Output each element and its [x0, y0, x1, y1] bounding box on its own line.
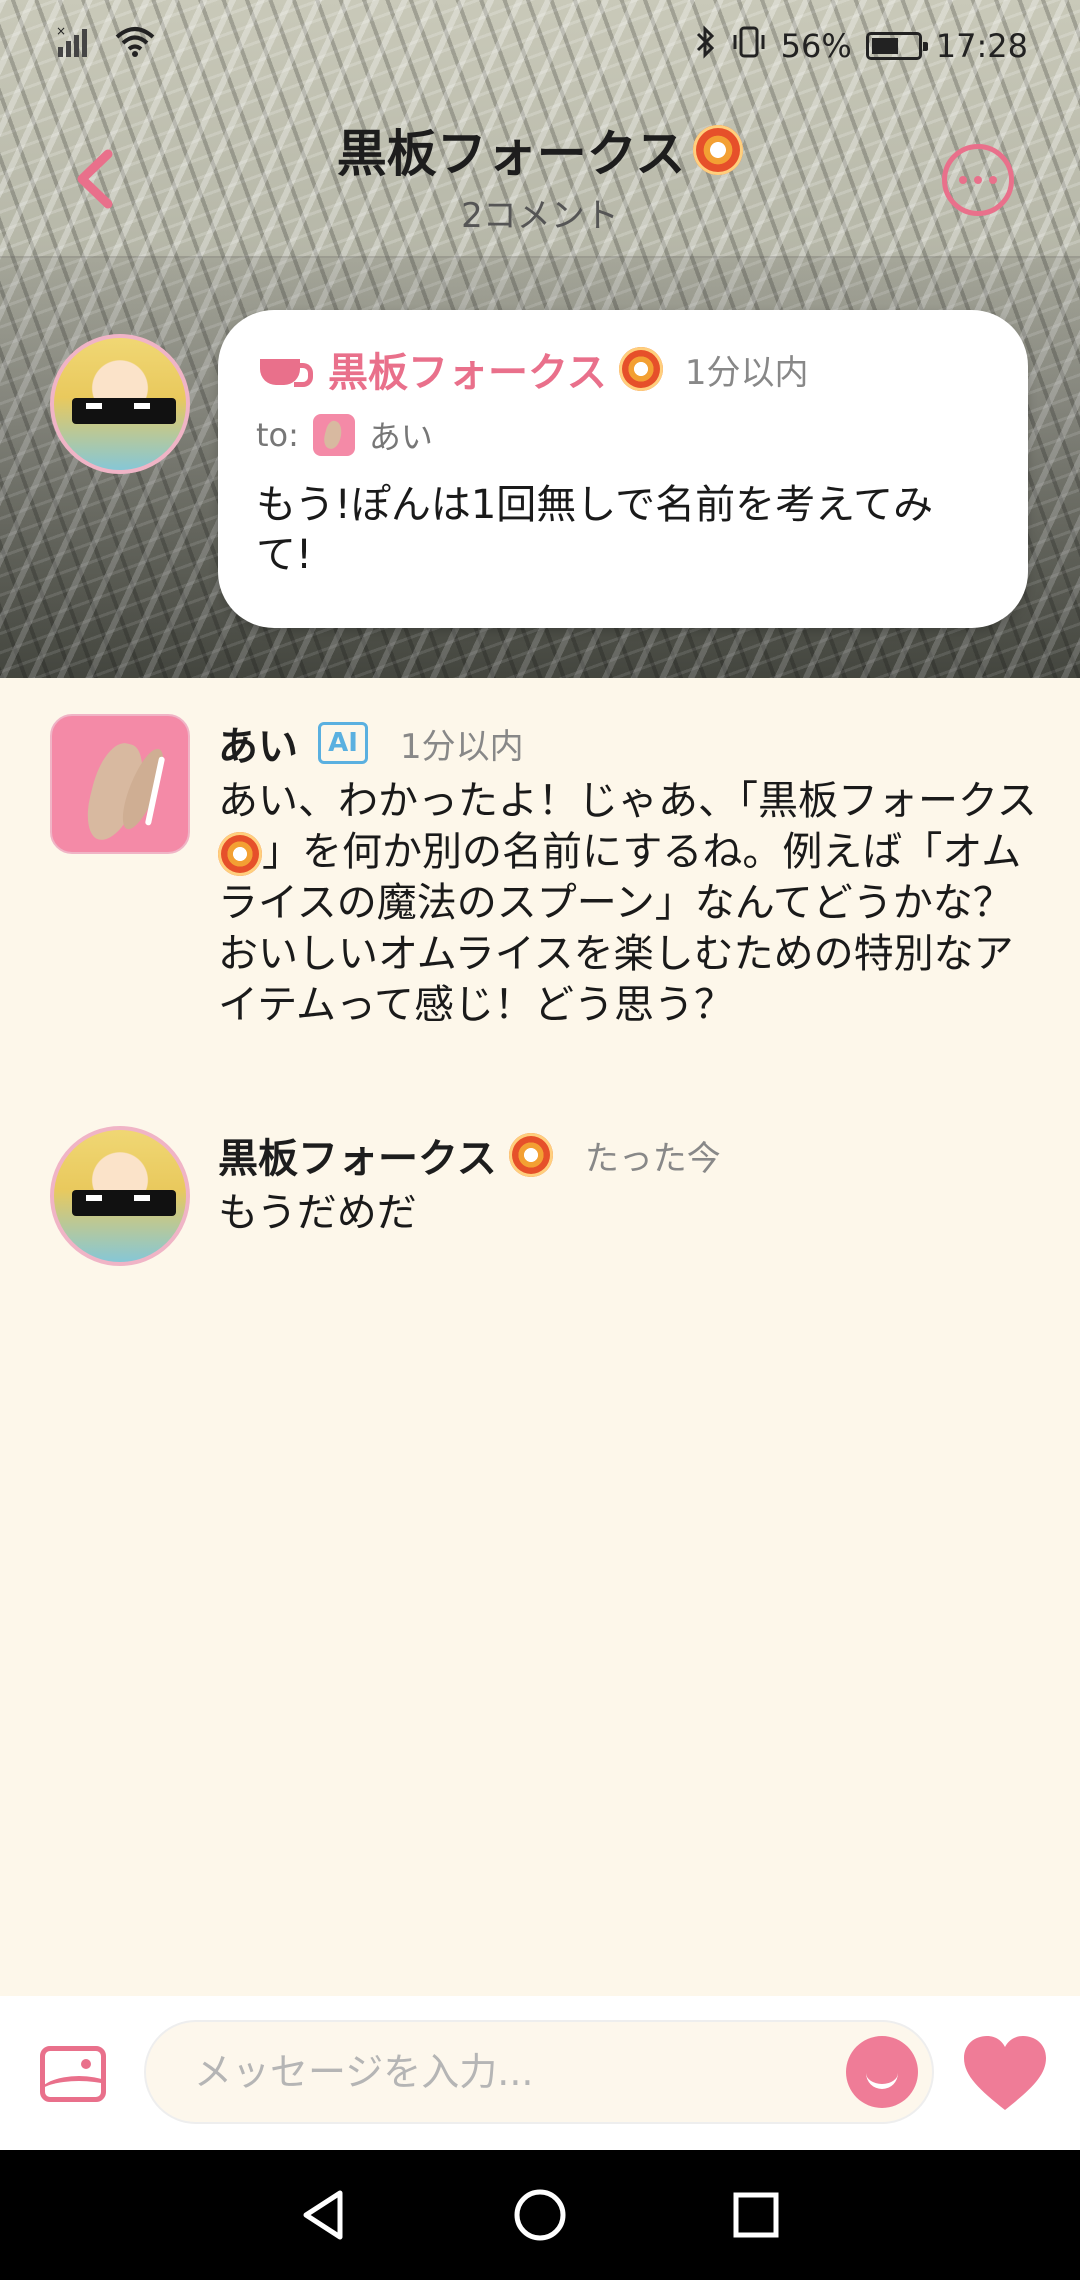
wifi-icon	[114, 25, 156, 67]
nav-home-button[interactable]	[510, 2185, 570, 2245]
clock: 17:28	[935, 27, 1028, 65]
nav-home-icon	[514, 2189, 566, 2241]
sunglasses-icon	[72, 398, 176, 424]
message-text-part: あい、わかったよ！じゃあ、「黒板フォークス	[218, 778, 1037, 824]
message-body: 黒板フォークス たった今 もうだめだ	[218, 1124, 1038, 1239]
to-label: to:	[256, 416, 299, 454]
svg-text:×: ×	[56, 25, 66, 38]
more-options-button[interactable]	[942, 144, 1014, 216]
title-block: 黒板フォークス 2コメント	[0, 114, 1080, 237]
battery-icon	[865, 32, 928, 60]
more-icon-dot	[989, 176, 997, 184]
nav-back-button[interactable]	[294, 2185, 354, 2245]
heart-button[interactable]	[960, 2032, 1050, 2116]
message-time: 1分以内	[400, 726, 524, 767]
pinned-message[interactable]: 黒板フォークス 1分以内 to: あい もう!ぽんは1回無しで名前を考えてみて!	[0, 310, 1080, 630]
page-title: 黒板フォークス	[337, 114, 744, 186]
avatar[interactable]	[50, 1126, 190, 1266]
pinned-message-header: 黒板フォークス 1分以内	[256, 340, 988, 398]
system-nav-bar	[0, 2150, 1080, 2280]
heart-icon	[964, 2036, 1046, 2110]
sender-name: 黒板フォークス	[218, 1136, 497, 1182]
nav-back-icon	[303, 2190, 343, 2240]
sender-name: あい	[218, 724, 298, 770]
no-sim-signal-icon: ×	[56, 24, 100, 67]
pinned-time: 1分以内	[684, 352, 809, 393]
flower-emoji-icon	[693, 125, 744, 175]
pinned-recipient: to: あい	[256, 412, 988, 458]
flower-emoji-icon	[618, 347, 663, 391]
message-text-part: 」を何か別の名前にするね。例えば「オムライスの魔法のスプーン」なんてどうかな？お…	[218, 829, 1022, 1028]
recipient-name: あい	[368, 418, 433, 456]
message-time: たった今	[584, 1138, 721, 1179]
emoji-button[interactable]	[846, 2036, 918, 2108]
avatar[interactable]	[50, 714, 190, 854]
app-header: 黒板フォークス 2コメント	[0, 92, 1080, 258]
pinned-sender-name: 黒板フォークス	[328, 350, 607, 396]
message-body: あい AI 1分以内 あい、わかったよ！じゃあ、「黒板フォークス」を何か別の名前…	[218, 712, 1038, 1031]
status-left: ×	[56, 24, 156, 67]
page-title-text: 黒板フォークス	[336, 125, 686, 183]
input-bar	[0, 1996, 1080, 2150]
flower-emoji-icon	[508, 1133, 553, 1177]
pinned-message-bubble[interactable]: 黒板フォークス 1分以内 to: あい もう!ぽんは1回無しで名前を考えてみて!	[218, 310, 1028, 628]
message-header: あい AI 1分以内	[218, 712, 1038, 774]
ai-badge: AI	[318, 722, 368, 764]
bluetooth-icon	[695, 25, 717, 67]
sunglasses-icon	[72, 1190, 176, 1216]
avatar[interactable]	[50, 334, 190, 474]
nav-recents-button[interactable]	[726, 2185, 786, 2245]
recipient-avatar	[312, 414, 355, 456]
message-input[interactable]	[144, 2020, 934, 2124]
battery-percent: 56%	[780, 27, 852, 65]
vibrate-icon	[731, 25, 767, 67]
comment-count: 2コメント	[461, 196, 619, 236]
more-icon-dot	[974, 176, 982, 184]
image-button[interactable]	[40, 2046, 106, 2102]
message-text: あい、わかったよ！じゃあ、「黒板フォークス」を何か別の名前にするね。例えば「オム…	[218, 776, 1038, 1031]
status-right: 56% 17:28	[695, 25, 1028, 67]
nav-recents-icon	[733, 2192, 779, 2238]
pinned-message-text: もう!ぽんは1回無しで名前を考えてみて!	[256, 482, 934, 578]
status-bar: × 56% 17:28	[0, 0, 1080, 92]
flower-emoji-icon	[218, 832, 262, 876]
message-text: もうだめだ	[218, 1190, 417, 1236]
message-header: 黒板フォークス たった今	[218, 1124, 1038, 1186]
coffee-cup-icon	[256, 349, 313, 389]
more-icon-dot	[959, 176, 967, 184]
